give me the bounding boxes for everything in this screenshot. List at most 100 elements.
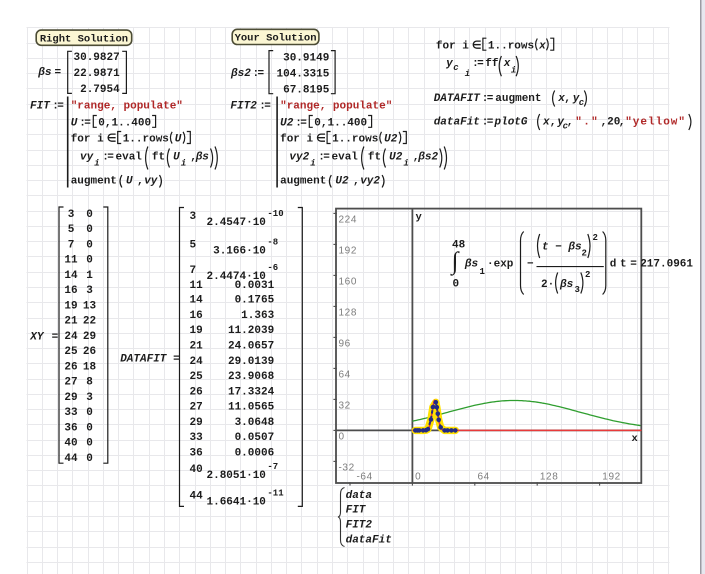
svg-text:=: = — [55, 67, 62, 79]
svg-text:0.1765: 0.1765 — [235, 295, 275, 307]
svg-text:"range, populate": "range, populate" — [280, 100, 392, 112]
svg-text:0.0507: 0.0507 — [235, 432, 275, 444]
svg-text:-6: -6 — [267, 263, 278, 273]
svg-text:104.3315: 104.3315 — [277, 68, 330, 80]
svg-text:7: 7 — [68, 239, 75, 251]
svg-text:3: 3 — [190, 211, 197, 223]
svg-text:"yellow": "yellow" — [625, 117, 686, 129]
svg-text:27: 27 — [190, 402, 203, 414]
svg-text:11: 11 — [64, 255, 78, 267]
svg-text:2: 2 — [582, 249, 587, 259]
svg-text:−: − — [527, 259, 534, 271]
svg-text:1..rows: 1..rows — [123, 134, 169, 146]
svg-text:44: 44 — [190, 490, 204, 502]
svg-text:U2: U2 — [384, 134, 398, 146]
svg-text:-10: -10 — [267, 209, 283, 219]
svg-text:2.8051·10: 2.8051·10 — [207, 470, 266, 482]
svg-text:32: 32 — [339, 401, 351, 412]
svg-text:33: 33 — [190, 432, 204, 444]
svg-text:44: 44 — [64, 453, 78, 465]
svg-text:=: = — [167, 354, 181, 366]
svg-text:-32: -32 — [339, 463, 355, 474]
svg-text:i: i — [181, 158, 186, 168]
svg-text:7: 7 — [190, 265, 197, 277]
svg-text:64: 64 — [339, 370, 351, 381]
svg-text:1..rows: 1..rows — [332, 134, 378, 146]
svg-text:=: = — [45, 332, 59, 344]
svg-text:128: 128 — [339, 308, 358, 319]
svg-text:3: 3 — [86, 285, 93, 297]
svg-text:t: t — [620, 259, 627, 271]
svg-text:40: 40 — [64, 438, 77, 450]
svg-text:,: , — [137, 176, 144, 188]
svg-text:5: 5 — [190, 240, 197, 252]
svg-text:1: 1 — [86, 270, 93, 282]
svg-text:2.4547·10: 2.4547·10 — [207, 217, 266, 229]
svg-text:βs: βs — [559, 279, 574, 291]
svg-text:0.0031: 0.0031 — [235, 280, 275, 292]
svg-text:for i: for i — [71, 134, 104, 146]
svg-text:0: 0 — [86, 407, 93, 419]
svg-text:23.9068: 23.9068 — [228, 371, 275, 383]
svg-text:0: 0 — [86, 209, 93, 221]
svg-text:29: 29 — [83, 331, 96, 343]
svg-text:67.8195: 67.8195 — [277, 85, 330, 97]
svg-text:0: 0 — [415, 472, 421, 483]
svg-text:vy2: vy2 — [289, 151, 309, 163]
svg-text:3.0648: 3.0648 — [235, 417, 275, 429]
svg-text:0: 0 — [86, 239, 93, 251]
svg-text:augment: augment — [280, 176, 326, 188]
svg-text:3.166·10: 3.166·10 — [213, 246, 266, 258]
svg-text:vy: vy — [144, 176, 158, 188]
svg-text:,: , — [567, 117, 574, 129]
svg-text:".": "." — [575, 117, 599, 129]
svg-text:2.7954: 2.7954 — [74, 84, 121, 96]
svg-text:29.0139: 29.0139 — [228, 356, 274, 368]
svg-text:0.0006: 0.0006 — [235, 448, 275, 460]
svg-text:27: 27 — [64, 377, 77, 389]
svg-text:40: 40 — [190, 464, 203, 476]
svg-text:eval: eval — [116, 151, 143, 163]
svg-text:ff: ff — [485, 58, 499, 70]
svg-text:26: 26 — [190, 386, 203, 398]
svg-text:y: y — [445, 58, 453, 70]
svg-text:dataFit: dataFit — [434, 117, 480, 129]
svg-text:t − βs: t − βs — [542, 242, 582, 254]
svg-text:19: 19 — [190, 325, 203, 337]
svg-text:0: 0 — [86, 255, 93, 267]
svg-text:U: U — [173, 151, 180, 163]
svg-text:,: , — [564, 93, 571, 105]
svg-text:c: c — [453, 63, 459, 73]
svg-text:"range, populate": "range, populate" — [71, 100, 183, 112]
svg-text:for i: for i — [280, 134, 313, 146]
svg-text:ft: ft — [368, 151, 381, 163]
svg-text:19: 19 — [64, 300, 77, 312]
svg-text:8: 8 — [86, 377, 93, 389]
svg-text:-7: -7 — [267, 462, 278, 472]
svg-text:i: i — [404, 158, 409, 168]
svg-text:∈: ∈ — [472, 39, 482, 51]
svg-text:βs: βs — [464, 259, 479, 271]
svg-text:25: 25 — [190, 371, 204, 383]
svg-text:βs: βs — [37, 67, 52, 79]
svg-text:augment: augment — [495, 93, 541, 105]
svg-text:5: 5 — [68, 224, 75, 236]
svg-text:FIT2: FIT2 — [346, 520, 373, 532]
svg-text:augment: augment — [71, 176, 117, 188]
svg-text:21: 21 — [64, 316, 78, 328]
svg-text:3: 3 — [68, 209, 75, 221]
svg-text:2: 2 — [593, 233, 598, 243]
svg-text:128: 128 — [540, 472, 559, 483]
svg-text:FIT: FIT — [346, 505, 367, 517]
svg-text:29: 29 — [190, 417, 203, 429]
svg-text:DATAFIT: DATAFIT — [434, 93, 482, 105]
svg-text:0: 0 — [86, 438, 93, 450]
svg-text:217.0961: 217.0961 — [640, 259, 693, 271]
svg-text:18: 18 — [83, 361, 97, 373]
svg-text:14: 14 — [190, 295, 204, 307]
svg-text:i: i — [511, 66, 516, 76]
svg-text:3: 3 — [575, 285, 580, 295]
svg-text:-11: -11 — [267, 488, 284, 498]
svg-text:192: 192 — [339, 246, 358, 257]
svg-text:data: data — [346, 490, 372, 502]
